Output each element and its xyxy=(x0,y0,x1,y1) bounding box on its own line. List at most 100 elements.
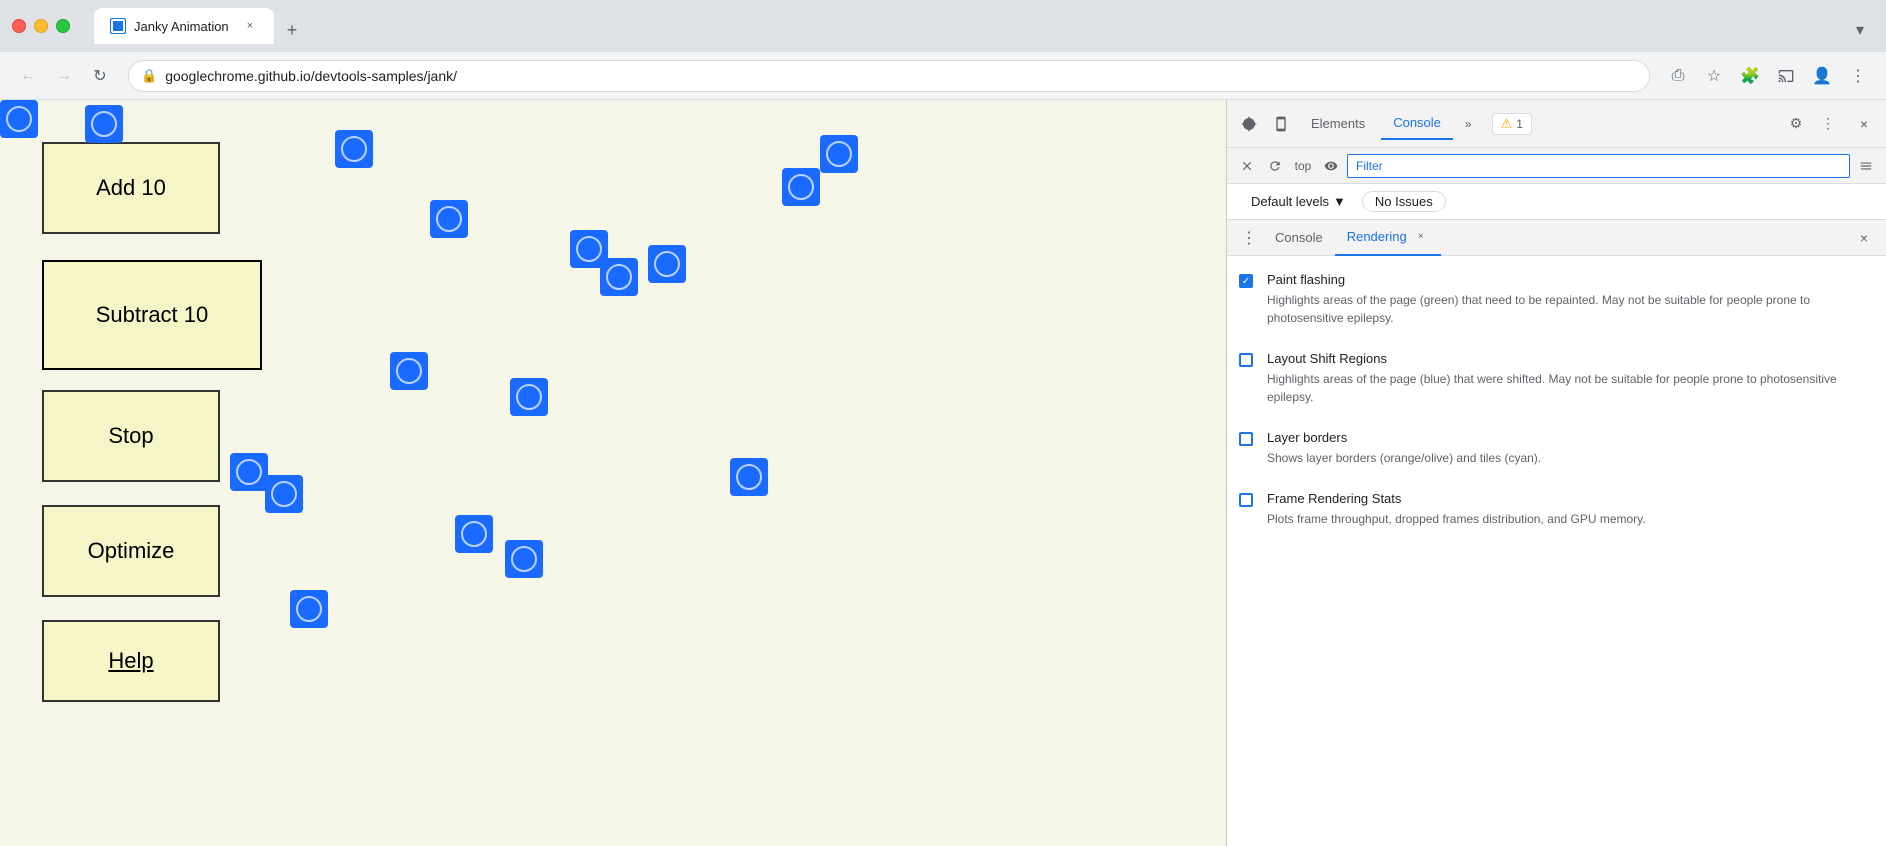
console-filter-input[interactable]: Filter xyxy=(1347,154,1850,178)
add10-button[interactable]: Add 10 xyxy=(42,142,220,234)
bookmark-button[interactable]: ☆ xyxy=(1698,60,1730,92)
devtools-topbar: Elements Console » ⚠ 1 ⚙ ⋮ × xyxy=(1227,100,1886,148)
animated-square xyxy=(648,245,686,283)
title-bar: Janky Animation × + ▾ xyxy=(0,0,1886,52)
layer-borders-description: Shows layer borders (orange/olive) and t… xyxy=(1267,449,1870,467)
context-selector[interactable]: top xyxy=(1291,154,1315,178)
frame-rendering-checkbox-wrap xyxy=(1239,493,1255,509)
layer-borders-item: Layer borders Shows layer borders (orang… xyxy=(1239,430,1870,467)
animated-square xyxy=(730,458,768,496)
url-text: googlechrome.github.io/devtools-samples/… xyxy=(165,68,1637,84)
frame-rendering-checkbox[interactable] xyxy=(1239,493,1253,507)
animated-square xyxy=(820,135,858,173)
frame-rendering-description: Plots frame throughput, dropped frames d… xyxy=(1267,510,1870,528)
layout-shift-title: Layout Shift Regions xyxy=(1267,351,1870,366)
layout-shift-description: Highlights areas of the page (blue) that… xyxy=(1267,370,1870,406)
animated-square xyxy=(455,515,493,553)
devtools-filter-row: top Filter xyxy=(1227,148,1886,184)
more-tabs-button[interactable]: » xyxy=(1457,117,1480,131)
tabs-area: Janky Animation × + ▾ xyxy=(94,8,1874,44)
back-button[interactable]: ← xyxy=(12,60,44,92)
animated-square xyxy=(230,453,268,491)
animated-square xyxy=(0,100,38,138)
default-levels-dropdown[interactable]: Default levels ▼ xyxy=(1243,190,1354,213)
rendering-panel: Paint flashing Highlights areas of the p… xyxy=(1227,256,1886,846)
warning-icon: ⚠ xyxy=(1501,116,1513,132)
optimize-button[interactable]: Optimize xyxy=(42,505,220,597)
devtools-settings-button[interactable]: ⚙ xyxy=(1782,110,1810,138)
browser-frame: Janky Animation × + ▾ ← → ↻ 🔒 googlechro… xyxy=(0,0,1886,846)
animated-square xyxy=(335,130,373,168)
devtools-panel: Elements Console » ⚠ 1 ⚙ ⋮ × xyxy=(1226,100,1886,846)
close-traffic-light[interactable] xyxy=(12,19,26,33)
layout-shift-checkbox[interactable] xyxy=(1239,353,1253,367)
devtools-levels-row: Default levels ▼ No Issues xyxy=(1227,184,1886,220)
devtools-drawer-tabs: ⋮ Console Rendering × × xyxy=(1227,220,1886,256)
traffic-lights xyxy=(12,19,70,33)
animated-square xyxy=(265,475,303,513)
no-issues-badge[interactable]: No Issues xyxy=(1362,191,1446,212)
eye-icon[interactable] xyxy=(1319,154,1343,178)
layer-borders-title: Layer borders xyxy=(1267,430,1870,445)
layer-borders-checkbox[interactable] xyxy=(1239,432,1253,446)
lock-icon: 🔒 xyxy=(141,68,157,84)
main-area: Add 10 Subtract 10 Stop Optimize Help xyxy=(0,100,1886,846)
minimize-traffic-light[interactable] xyxy=(34,19,48,33)
paint-flashing-checkbox-wrap xyxy=(1239,274,1255,290)
extensions-button[interactable]: 🧩 xyxy=(1734,60,1766,92)
drawer-console-tab[interactable]: Console xyxy=(1263,220,1335,256)
tab-dropdown-button[interactable]: ▾ xyxy=(1846,16,1874,44)
warning-badge[interactable]: ⚠ 1 xyxy=(1492,113,1532,135)
nav-actions: ⎙ ☆ 🧩 👤 ⋮ xyxy=(1662,60,1874,92)
paint-flashing-item: Paint flashing Highlights areas of the p… xyxy=(1239,272,1870,327)
subtract10-button[interactable]: Subtract 10 xyxy=(42,260,262,370)
devtools-more-button[interactable]: ⋮ xyxy=(1814,110,1842,138)
new-tab-button[interactable]: + xyxy=(278,16,306,44)
cast-button[interactable] xyxy=(1770,60,1802,92)
paint-flashing-description: Highlights areas of the page (green) tha… xyxy=(1267,291,1870,327)
frame-rendering-item: Frame Rendering Stats Plots frame throug… xyxy=(1239,491,1870,528)
drawer-close-button[interactable]: × xyxy=(1850,224,1878,252)
menu-button[interactable]: ⋮ xyxy=(1842,60,1874,92)
elements-tab[interactable]: Elements xyxy=(1299,108,1377,140)
browser-tab[interactable]: Janky Animation × xyxy=(94,8,274,44)
device-toolbar-button[interactable] xyxy=(1267,110,1295,138)
page-content: Add 10 Subtract 10 Stop Optimize Help xyxy=(0,100,1226,846)
tab-favicon xyxy=(110,18,126,34)
sidebar-toggle-icon[interactable] xyxy=(1854,154,1878,178)
rendering-tab-close-button[interactable]: × xyxy=(1413,229,1429,245)
filter-text: Filter xyxy=(1356,159,1383,173)
profile-button[interactable]: 👤 xyxy=(1806,60,1838,92)
share-button[interactable]: ⎙ xyxy=(1662,60,1694,92)
layout-shift-checkbox-wrap xyxy=(1239,353,1255,369)
frame-rendering-title: Frame Rendering Stats xyxy=(1267,491,1870,506)
animated-square xyxy=(290,590,328,628)
help-button[interactable]: Help xyxy=(42,620,220,702)
navigation-bar: ← → ↻ 🔒 googlechrome.github.io/devtools-… xyxy=(0,52,1886,100)
stop-button[interactable]: Stop xyxy=(42,390,220,482)
address-bar[interactable]: 🔒 googlechrome.github.io/devtools-sample… xyxy=(128,60,1650,92)
drawer-rendering-tab[interactable]: Rendering × xyxy=(1335,220,1441,256)
animated-square xyxy=(600,258,638,296)
paint-flashing-checkbox[interactable] xyxy=(1239,274,1253,288)
paint-flashing-title: Paint flashing xyxy=(1267,272,1870,287)
devtools-close-button[interactable]: × xyxy=(1850,110,1878,138)
animated-square xyxy=(430,200,468,238)
tab-close-button[interactable]: × xyxy=(242,18,258,34)
forward-button[interactable]: → xyxy=(48,60,80,92)
animated-square xyxy=(510,378,548,416)
maximize-traffic-light[interactable] xyxy=(56,19,70,33)
clear-console-button[interactable] xyxy=(1235,154,1259,178)
console-tab[interactable]: Console xyxy=(1381,108,1453,140)
inspect-element-button[interactable] xyxy=(1235,110,1263,138)
animated-square xyxy=(390,352,428,390)
layout-shift-item: Layout Shift Regions Highlights areas of… xyxy=(1239,351,1870,406)
warning-count: 1 xyxy=(1516,117,1523,131)
layer-borders-checkbox-wrap xyxy=(1239,432,1255,448)
drawer-tab-options[interactable]: ⋮ xyxy=(1235,224,1263,252)
dropdown-arrow-icon: ▼ xyxy=(1333,194,1346,209)
animated-square xyxy=(505,540,543,578)
refresh-console-button[interactable] xyxy=(1263,154,1287,178)
animated-square xyxy=(85,105,123,143)
refresh-button[interactable]: ↻ xyxy=(84,60,116,92)
